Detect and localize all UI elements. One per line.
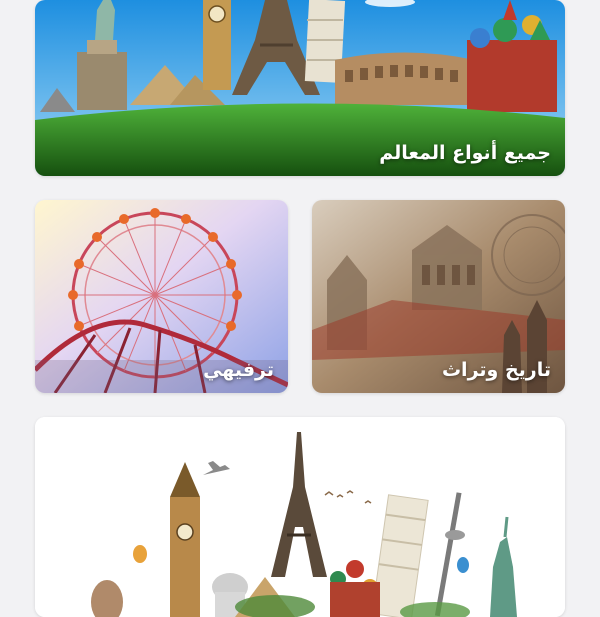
category-label: ترفيهي bbox=[203, 359, 274, 381]
category-label: جميع أنواع المعالم bbox=[379, 142, 551, 164]
category-card-all-landmarks[interactable]: جميع أنواع المعالم bbox=[35, 0, 565, 176]
category-card-landmarks-collage[interactable] bbox=[35, 417, 565, 617]
category-card-history-heritage[interactable]: تاريخ وتراث bbox=[312, 200, 565, 393]
category-label: تاريخ وتراث bbox=[441, 359, 551, 381]
landmarks-collage-image bbox=[35, 417, 565, 617]
category-card-entertainment[interactable]: ترفيهي bbox=[35, 200, 288, 393]
